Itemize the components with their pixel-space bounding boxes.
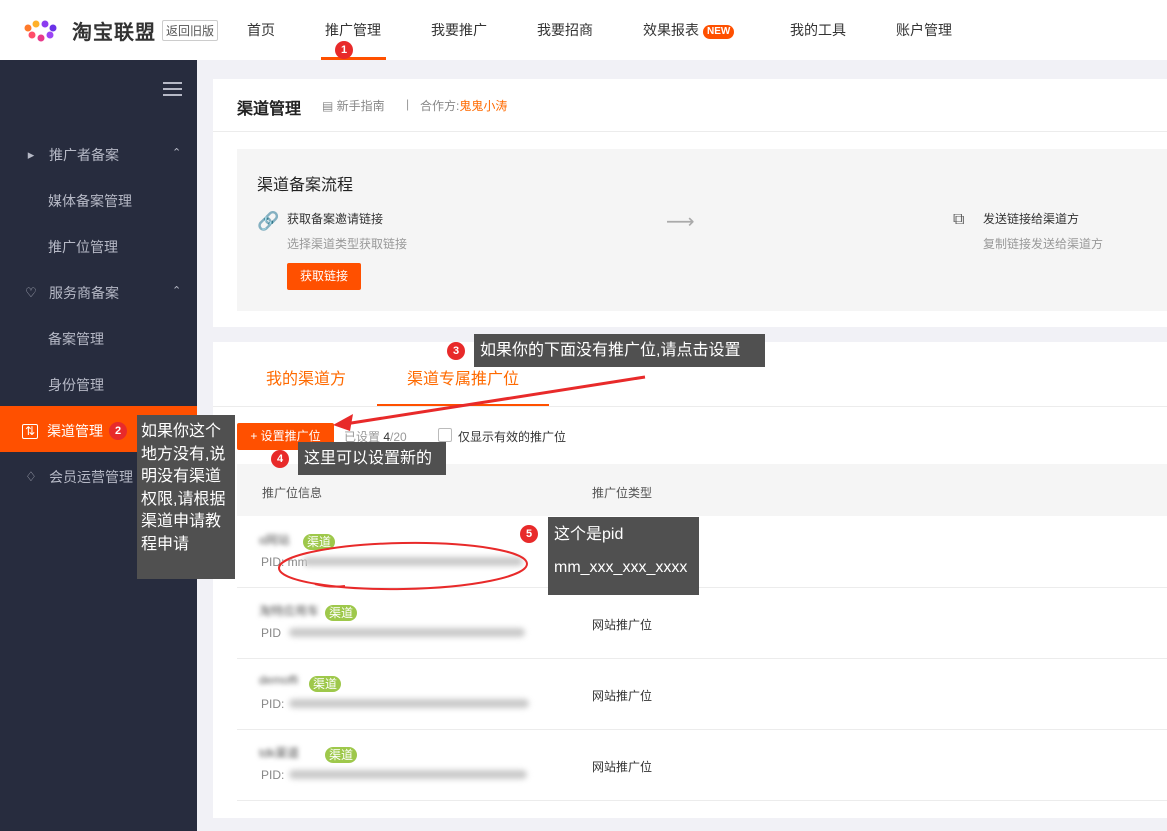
annotation-marker-4: 4 bbox=[271, 450, 289, 468]
annotation-callout-2: 如果你这个地方没有,说明没有渠道权限,请根据渠道申请教程申请 bbox=[137, 415, 235, 579]
annotation-marker-5: 5 bbox=[520, 525, 538, 543]
annotation-callout-5: 这个是pid mm_xxx_xxx_xxxx bbox=[548, 517, 699, 595]
annotation-callout-4: 这里可以设置新的 bbox=[298, 442, 446, 475]
annotation-marker-3: 3 bbox=[447, 342, 465, 360]
annotation-marker-2: 2 bbox=[109, 422, 127, 440]
callout-5-line2: mm_xxx_xxx_xxxx bbox=[554, 559, 688, 576]
annotation-callout-3: 如果你的下面没有推广位,请点击设置 bbox=[474, 334, 765, 367]
callout-5-line1: 这个是pid bbox=[554, 526, 624, 543]
